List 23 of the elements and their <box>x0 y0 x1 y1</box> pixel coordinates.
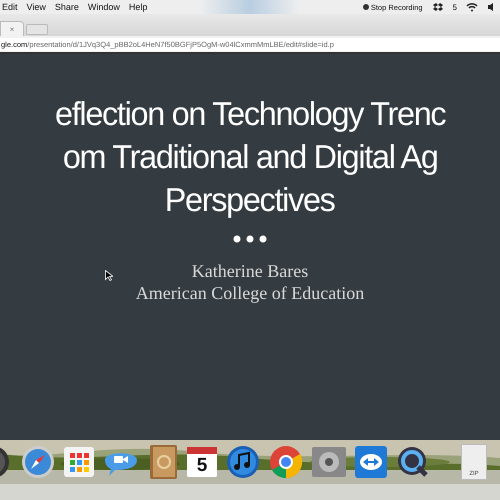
browser-tab[interactable]: × <box>0 21 24 36</box>
music-note-icon[interactable] <box>226 445 260 479</box>
menu-item[interactable]: Share <box>54 2 79 12</box>
volume-icon[interactable] <box>487 2 496 12</box>
slide-title: om Traditional and Digital Ag <box>62 137 438 177</box>
address-book-icon[interactable] <box>148 444 178 480</box>
app-grid-icon[interactable] <box>64 447 94 477</box>
compass-icon[interactable] <box>21 445 55 479</box>
wifi-icon[interactable] <box>466 2 478 12</box>
menu-item[interactable]: Edit <box>2 2 18 12</box>
browser-logo-icon[interactable] <box>269 445 303 479</box>
slide-title: eflection on Technology Trenc <box>54 94 446 134</box>
calendar-icon[interactable]: 5 <box>187 447 217 477</box>
slide-title: Perspectives <box>165 180 335 220</box>
status-count: 5 <box>452 2 457 12</box>
slide-subtitle: Katherine Bares <box>192 260 308 282</box>
menu-item[interactable]: View <box>26 2 46 12</box>
dock-app-icon[interactable] <box>0 445 12 479</box>
slide-subtitle: American College of Education <box>136 282 364 304</box>
menu-item[interactable]: Help <box>128 2 148 12</box>
dots-icon <box>233 235 267 243</box>
cursor-icon <box>105 270 113 281</box>
menu-item[interactable]: Window <box>88 2 120 12</box>
